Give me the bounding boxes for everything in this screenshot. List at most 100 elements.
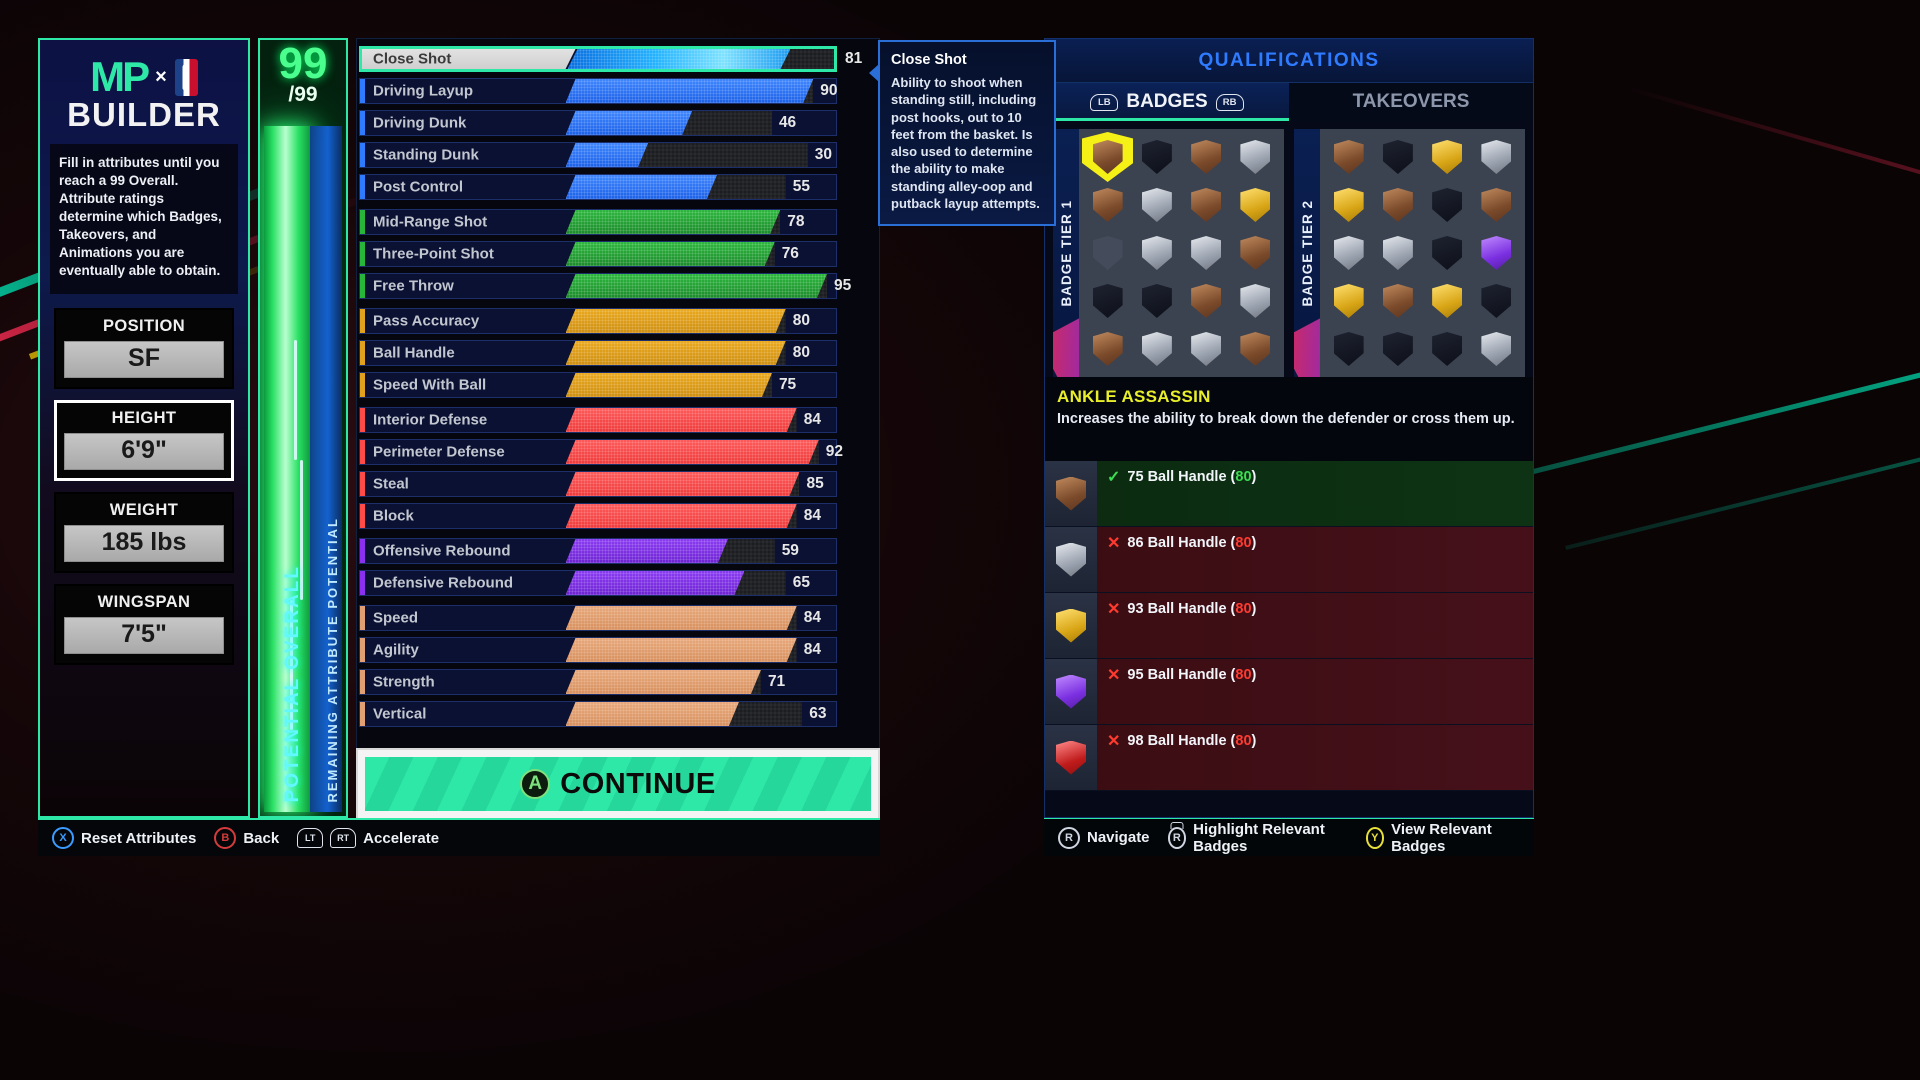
badge-icon[interactable] [1425,327,1470,371]
badge-icon[interactable] [1184,231,1229,275]
badge-icon[interactable] [1474,279,1519,323]
control-hint[interactable]: X Reset Attributes [52,827,196,849]
attribute-value-fill [566,670,761,694]
requirement-badge-icon [1045,725,1097,790]
stick-button-icon: R [1058,826,1080,849]
badge-icon[interactable] [1425,231,1470,275]
badge-icon[interactable] [1425,279,1470,323]
badge-icon[interactable] [1375,231,1420,275]
badge-icon[interactable] [1085,231,1130,275]
field-height[interactable]: HEIGHT 6'9" [54,399,234,481]
badge-icon[interactable] [1184,183,1229,227]
builder-screen: MP × BUILDER Fill in attributes until yo… [0,0,1920,1080]
attribute-row[interactable]: Close Shot 81 [359,45,877,73]
shield-icon [1056,476,1086,511]
badge-icon[interactable] [1085,279,1130,323]
badge-icon[interactable] [1375,327,1420,371]
requirement-row: ✕ 98 Ball Handle (80) [1045,725,1533,791]
badge-icon[interactable] [1233,183,1278,227]
field-wingspan[interactable]: WINGSPAN 7'5" [54,583,234,665]
attribute-row[interactable]: Offensive Rebound 59 [359,537,877,565]
continue-button[interactable]: A CONTINUE [365,757,871,811]
field-position[interactable]: POSITION SF [54,307,234,389]
attribute-row[interactable]: Steal 85 [359,470,877,498]
badge-icon[interactable] [1326,183,1371,227]
b-button-icon: B [214,827,237,849]
attribute-row[interactable]: Ball Handle 80 [359,339,877,367]
badge-icon[interactable] [1134,279,1179,323]
badge-icon[interactable] [1233,327,1278,371]
attribute-value: 55 [792,178,810,195]
attribute-row[interactable]: Vertical 63 [359,700,877,728]
attribute-row[interactable]: Speed With Ball 75 [359,371,877,399]
shield-icon [1240,332,1271,366]
attribute-row[interactable]: Defensive Rebound 65 [359,569,877,597]
tab-takeovers[interactable]: TAKEOVERS [1289,83,1533,121]
badge-icon[interactable] [1184,327,1229,371]
attribute-row[interactable]: Post Control 55 [359,173,877,201]
badge-icon[interactable] [1233,231,1278,275]
shield-icon [1191,140,1222,174]
attribute-name: Steal [373,475,409,493]
badge-icon[interactable] [1326,231,1371,275]
badge-icon[interactable] [1134,183,1179,227]
badge-icon[interactable] [1326,327,1371,371]
badge-icon[interactable] [1085,183,1130,227]
attribute-value: 95 [833,277,852,294]
x-button-icon: X [52,827,74,849]
attribute-row[interactable]: Speed 84 [359,604,877,632]
badge-icon[interactable] [1134,327,1179,371]
badge-icon[interactable] [1375,279,1420,323]
attribute-row[interactable]: Perimeter Defense 92 [359,438,877,466]
attribute-row[interactable]: Block 84 [359,502,877,530]
badge-icon[interactable] [1375,183,1420,227]
badge-icon[interactable] [1474,231,1519,275]
badge-icon[interactable] [1233,279,1278,323]
attribute-row[interactable]: Interior Defense 84 [359,406,877,434]
badge-icon[interactable] [1375,135,1420,179]
badge-icon[interactable] [1474,135,1519,179]
qualifications-header: QUALIFICATIONS [1045,39,1533,83]
badge-icon[interactable] [1425,183,1470,227]
badge-icon[interactable] [1134,135,1179,179]
attribute-name: Agility [373,641,419,659]
badge-icon[interactable] [1425,135,1470,179]
tab-badges[interactable]: LB BADGES RB [1045,83,1289,121]
badge-icon[interactable] [1085,135,1130,179]
attribute-row[interactable]: Agility 84 [359,636,877,664]
attribute-row[interactable]: Driving Dunk 46 [359,109,877,137]
attribute-row[interactable]: Free Throw 95 [359,272,877,300]
control-hint[interactable]: R Navigate [1058,826,1150,849]
control-hint[interactable]: LT RT Accelerate [297,828,439,848]
badge-icon[interactable] [1085,327,1130,371]
badge-icon[interactable] [1326,135,1371,179]
overall-value: 99 [278,39,328,88]
badge-icon[interactable] [1184,135,1229,179]
left-controls-footer: X Reset Attributes B Back LT RT Accelerate [38,818,880,856]
badge-icon[interactable] [1474,327,1519,371]
field-label: WEIGHT [109,500,179,519]
attribute-row[interactable]: Three-Point Shot 76 [359,240,877,268]
badge-icon[interactable] [1233,135,1278,179]
attribute-name: Mid-Range Shot [373,213,488,231]
field-label: HEIGHT [111,408,177,427]
attribute-row[interactable]: Strength 71 [359,668,877,696]
control-hint[interactable]: Y View Relevant Badges [1365,821,1520,855]
attribute-name: Close Shot [373,50,452,68]
attribute-row[interactable]: Mid-Range Shot 78 [359,208,877,236]
control-hint[interactable]: B Back [214,827,279,849]
builder-logo: MP × BUILDER [40,40,248,140]
badge-icon[interactable] [1184,279,1229,323]
attribute-row[interactable]: Standing Dunk 30 [359,141,877,169]
badge-icon[interactable] [1474,183,1519,227]
shield-icon [1092,236,1123,270]
badge-icon[interactable] [1134,231,1179,275]
requirement-row: ✕ 86 Ball Handle (80) [1045,527,1533,593]
badge-icon[interactable] [1326,279,1371,323]
attribute-value-fill [566,274,827,298]
attribute-row[interactable]: Pass Accuracy 80 [359,307,877,335]
field-weight[interactable]: WEIGHT 185 lbs [54,491,234,573]
attribute-row[interactable]: Driving Layup 90 [359,77,877,105]
control-hint[interactable]: R Highlight Relevant Badges [1167,821,1348,855]
attribute-name: Ball Handle [373,344,455,362]
